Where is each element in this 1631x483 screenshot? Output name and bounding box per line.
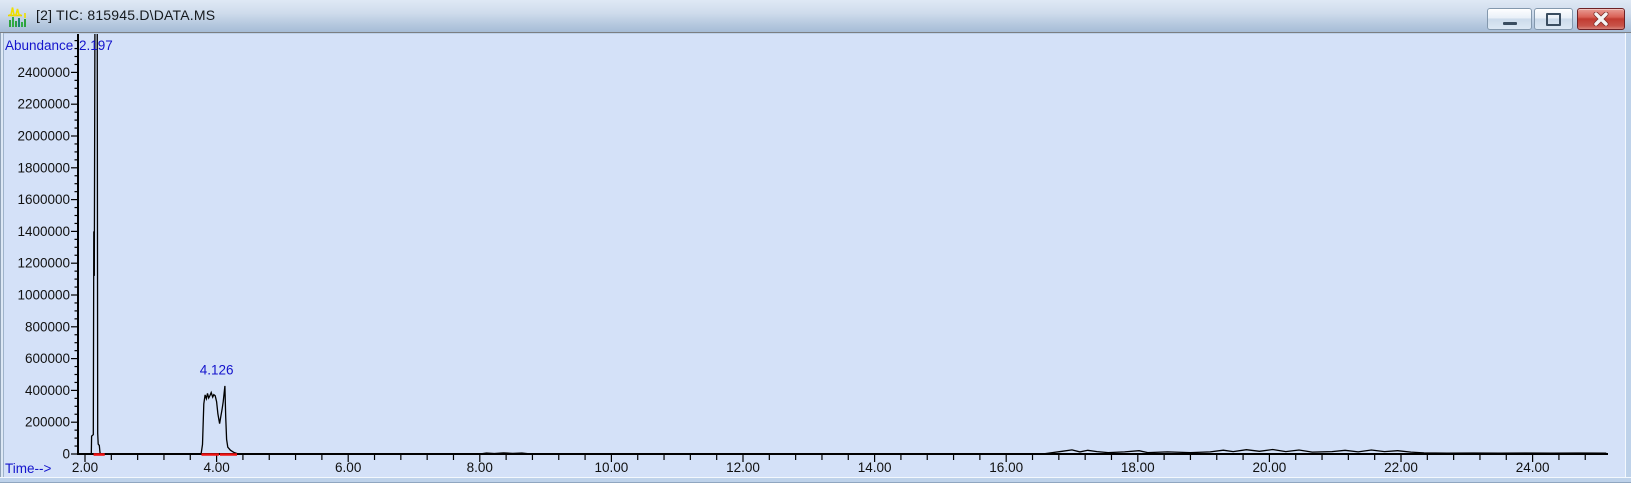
minimize-icon [1502,21,1517,25]
peak-label: 4.126 [200,363,234,378]
window-title: [2] TIC: 815945.D\DATA.MS [36,7,216,23]
y-tick-label: 1200000 [17,256,70,271]
x-tick-label: 20.00 [1253,460,1287,475]
x-axis-title: Time--> [5,461,51,476]
y-tick-label: 1600000 [17,192,70,207]
y-axis-ticks: 0 200000 400000 600000 800000 1000000 1200000 1… [17,39,78,462]
x-axis-ticks: 2.00 4.00 6.00 8.00 10.00 12.00 14.00 16.00 18.0… [72,455,1586,475]
x-tick-label: 14.00 [858,460,892,475]
y-tick-label: 2400000 [17,65,70,80]
x-tick-label: 16.00 [989,460,1023,475]
x-tick-label: 4.00 [203,460,229,475]
maximize-button[interactable] [1534,8,1573,30]
y-tick-label: 1400000 [17,224,70,239]
minimize-button[interactable] [1487,8,1532,30]
x-tick-label: 6.00 [335,460,361,475]
y-tick-label: 2000000 [17,129,70,144]
y-tick-label: 2200000 [17,97,70,112]
x-tick-label: 12.00 [726,460,760,475]
x-tick-label: 10.00 [595,460,629,475]
close-icon [1593,12,1609,26]
x-tick-label: 8.00 [467,460,493,475]
x-tick-label: 18.00 [1121,460,1155,475]
close-button[interactable] [1577,8,1625,30]
window-frame-bottom [0,477,1631,483]
tic-trace[interactable] [78,34,1607,455]
chromatogram-plot[interactable]: 0 200000 400000 600000 800000 1000000 1200000 1… [4,34,1625,477]
chromatogram-app-icon [8,7,26,27]
y-tick-label: 1000000 [17,288,70,303]
window-frame-right [1625,33,1631,483]
y-tick-label: 600000 [25,351,70,366]
y-tick-label: 200000 [25,415,70,430]
x-tick-label: 24.00 [1516,460,1550,475]
y-tick-label: 0 [62,447,70,462]
x-tick-label: 2.00 [72,460,98,475]
y-tick-label: 400000 [25,383,70,398]
x-tick-label: 22.00 [1384,460,1418,475]
y-tick-label: 800000 [25,319,70,334]
y-tick-label: 1800000 [17,160,70,175]
peak-label: 2.197 [79,38,113,53]
maximize-icon [1546,12,1561,26]
window-titlebar: [2] TIC: 815945.D\DATA.MS [0,0,1631,33]
chromatogram-window: [2] TIC: 815945.D\DATA.MS 0 200000 400000 6… [0,0,1631,483]
y-axis-title: Abundance [5,38,73,53]
axes [77,34,1608,455]
chart-area: 0 200000 400000 600000 800000 1000000 1200000 1… [4,34,1625,477]
